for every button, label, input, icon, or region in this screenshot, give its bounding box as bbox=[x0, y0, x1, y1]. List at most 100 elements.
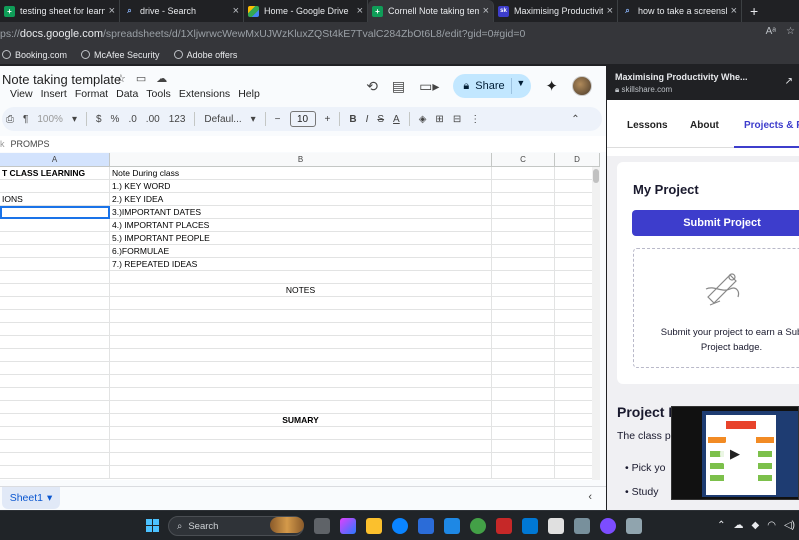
cell-b[interactable] bbox=[110, 271, 492, 284]
move-folder-icon[interactable]: ▭ bbox=[136, 72, 146, 85]
cell-c[interactable] bbox=[492, 258, 555, 271]
menu-help[interactable]: Help bbox=[238, 88, 260, 100]
cell-b[interactable]: 3.)IMPORTANT DATES bbox=[110, 206, 492, 219]
cell-a[interactable] bbox=[0, 349, 110, 362]
bookmark-booking[interactable]: Booking.com bbox=[2, 50, 67, 60]
cell-b[interactable] bbox=[110, 466, 492, 479]
store-icon[interactable] bbox=[418, 518, 434, 534]
column-header-b[interactable]: B bbox=[110, 153, 492, 167]
cell-c[interactable] bbox=[492, 453, 555, 466]
italic-button[interactable]: I bbox=[366, 114, 369, 125]
cell-b[interactable]: 2.) KEY IDEA bbox=[110, 193, 492, 206]
menu-insert[interactable]: Insert bbox=[41, 88, 67, 100]
cell-c[interactable] bbox=[492, 297, 555, 310]
column-header-c[interactable]: C bbox=[492, 153, 555, 167]
cell-c[interactable] bbox=[492, 362, 555, 375]
tab-google-drive[interactable]: Home - Google Drive × bbox=[244, 0, 368, 22]
cell-c[interactable] bbox=[492, 193, 555, 206]
close-icon[interactable]: × bbox=[109, 5, 115, 17]
cell-a[interactable] bbox=[0, 414, 110, 427]
spreadsheet-grid[interactable]: A B C D T CLASS LEARNING Note During clas… bbox=[0, 153, 600, 480]
cell-c[interactable] bbox=[492, 414, 555, 427]
font-size-decrease-button[interactable]: − bbox=[275, 114, 281, 125]
borders-icon[interactable]: ⊞ bbox=[435, 114, 443, 125]
cell-b[interactable] bbox=[110, 440, 492, 453]
currency-format-button[interactable]: $ bbox=[96, 114, 102, 125]
cell-b[interactable] bbox=[110, 362, 492, 375]
cell-b[interactable]: 1.) KEY WORD bbox=[110, 180, 492, 193]
cell-a[interactable] bbox=[0, 310, 110, 323]
chevron-down-icon[interactable]: ▼ bbox=[516, 78, 525, 88]
tab-projects-resources[interactable]: Projects & R bbox=[744, 120, 799, 131]
media-player-icon[interactable] bbox=[548, 518, 564, 534]
cell-b[interactable] bbox=[110, 310, 492, 323]
formula-bar[interactable]: k PROMPS bbox=[0, 136, 606, 152]
comments-icon[interactable]: ▤ bbox=[392, 78, 405, 95]
video-thumbnail[interactable]: ▶ bbox=[671, 406, 799, 500]
paint-format-icon[interactable]: ¶ bbox=[23, 114, 28, 125]
tab-maximising-productivity[interactable]: sk Maximising Productivity W × bbox=[494, 0, 618, 22]
chevron-left-icon[interactable]: ‹ bbox=[588, 491, 592, 503]
cell-b[interactable]: 4.) IMPORTANT PLACES bbox=[110, 219, 492, 232]
tab-screenshot-search[interactable]: ⌕ how to take a screenshot × bbox=[618, 0, 742, 22]
column-header-a[interactable]: A bbox=[0, 153, 110, 167]
menu-view[interactable]: View bbox=[10, 88, 33, 100]
strikethrough-button[interactable]: S bbox=[377, 114, 384, 125]
close-icon[interactable]: × bbox=[483, 5, 489, 17]
font-select[interactable]: Defaul... bbox=[204, 114, 241, 125]
camera-icon[interactable] bbox=[626, 518, 642, 534]
cell-a[interactable]: T CLASS LEARNING bbox=[0, 167, 110, 180]
cell-c[interactable] bbox=[492, 336, 555, 349]
close-icon[interactable]: × bbox=[233, 5, 239, 17]
vertical-scrollbar[interactable] bbox=[592, 167, 600, 480]
share-button[interactable]: 🔒︎ Share ▼ bbox=[453, 74, 532, 98]
print-icon[interactable]: ⎙ bbox=[6, 114, 14, 125]
cell-c[interactable] bbox=[492, 310, 555, 323]
cell-b[interactable]: Note During class bbox=[110, 167, 492, 180]
cell-b[interactable]: 5.) IMPORTANT PEOPLE bbox=[110, 232, 492, 245]
onedrive-icon[interactable]: ☁ bbox=[734, 520, 744, 531]
cell-b[interactable] bbox=[110, 349, 492, 362]
cell-b[interactable]: 6.)FORMULAE bbox=[110, 245, 492, 258]
text-color-button[interactable]: A bbox=[393, 114, 400, 125]
zoom-select[interactable]: 100% bbox=[37, 114, 63, 125]
cell-a[interactable]: IONS bbox=[0, 193, 110, 206]
bold-button[interactable]: B bbox=[349, 114, 356, 125]
cell-a[interactable] bbox=[0, 284, 110, 297]
more-options-icon[interactable]: ⋮ bbox=[470, 114, 480, 125]
cell-a[interactable] bbox=[0, 180, 110, 193]
chevron-down-icon[interactable]: ▾ bbox=[251, 114, 256, 125]
close-icon[interactable]: × bbox=[357, 5, 363, 17]
cell-c[interactable] bbox=[492, 167, 555, 180]
tab-drive-search[interactable]: ⌕ drive - Search × bbox=[120, 0, 244, 22]
font-size-input[interactable]: 10 bbox=[289, 111, 316, 127]
cell-b[interactable] bbox=[110, 375, 492, 388]
new-tab-button[interactable]: + bbox=[742, 0, 766, 22]
meet-icon[interactable]: ▭▸ bbox=[419, 78, 439, 95]
cloud-status-icon[interactable]: ☁ bbox=[156, 72, 167, 85]
cell-c[interactable] bbox=[492, 323, 555, 336]
cell-c[interactable] bbox=[492, 466, 555, 479]
cell-c[interactable] bbox=[492, 180, 555, 193]
cell-b[interactable] bbox=[110, 401, 492, 414]
menu-tools[interactable]: Tools bbox=[146, 88, 171, 100]
cell-b[interactable]: SUMARY bbox=[110, 414, 492, 427]
cell-c[interactable] bbox=[492, 427, 555, 440]
tab-lessons[interactable]: Lessons bbox=[627, 120, 668, 131]
tab-about[interactable]: About bbox=[690, 120, 719, 131]
cell-a[interactable] bbox=[0, 219, 110, 232]
number-format-button[interactable]: 123 bbox=[169, 114, 186, 125]
cell-c[interactable] bbox=[492, 388, 555, 401]
chevron-down-icon[interactable]: ▾ bbox=[47, 492, 52, 504]
open-external-icon[interactable]: ↗ bbox=[785, 76, 793, 87]
file-explorer-icon[interactable] bbox=[366, 518, 382, 534]
history-icon[interactable]: ⟲ bbox=[366, 78, 378, 95]
cell-a[interactable] bbox=[0, 258, 110, 271]
close-icon[interactable]: × bbox=[731, 5, 737, 17]
cell-a[interactable] bbox=[0, 427, 110, 440]
avatar[interactable] bbox=[572, 76, 592, 96]
cell-c[interactable] bbox=[492, 232, 555, 245]
cell-b[interactable] bbox=[110, 336, 492, 349]
windows-start-icon[interactable] bbox=[146, 519, 160, 533]
project-dropzone[interactable]: Submit your project to earn a Sub Projec… bbox=[633, 248, 799, 368]
